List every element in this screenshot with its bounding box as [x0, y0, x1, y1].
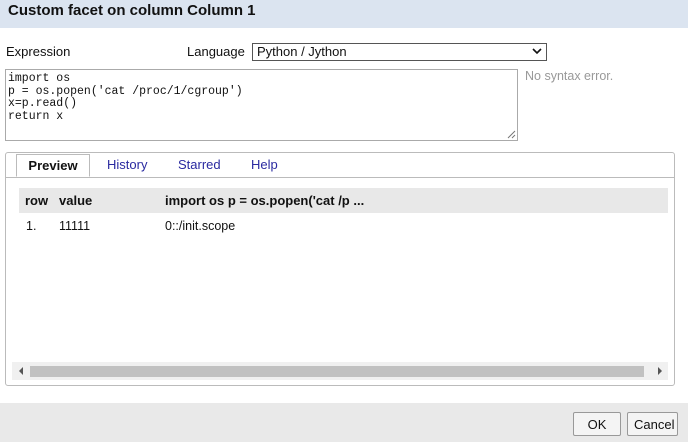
- column-header-expression: import os p = os.popen('cat /p ...: [165, 193, 365, 208]
- syntax-status: No syntax error.: [525, 69, 614, 83]
- tab-preview[interactable]: Preview: [16, 154, 90, 177]
- chevron-down-icon: [532, 48, 542, 55]
- language-label: Language: [187, 44, 245, 59]
- dialog-title: Custom facet on column Column 1: [8, 2, 256, 19]
- resize-grip-icon[interactable]: [507, 130, 516, 139]
- cancel-button[interactable]: Cancel: [627, 412, 678, 436]
- column-header-value: value: [59, 193, 93, 208]
- tab-help[interactable]: Help: [251, 157, 278, 172]
- horizontal-scrollbar[interactable]: [12, 362, 668, 380]
- code-line: p = os.popen('cat /proc/1/cgroup'): [8, 84, 243, 98]
- tab-history[interactable]: History: [107, 157, 147, 172]
- scroll-left-icon[interactable]: [16, 366, 26, 376]
- expression-label: Expression: [6, 44, 71, 59]
- cell-result: 0::/init.scope: [165, 219, 236, 233]
- scrollbar-thumb[interactable]: [30, 366, 644, 377]
- ok-button[interactable]: OK: [573, 412, 621, 436]
- scroll-right-icon[interactable]: [655, 366, 665, 376]
- tab-bar: Preview History Starred Help: [6, 153, 674, 178]
- cell-row-number: 1.: [26, 219, 37, 233]
- code-line: import os: [8, 72, 71, 85]
- code-line: return x: [8, 109, 64, 123]
- expression-textarea[interactable]: import os p = os.popen('cat /proc/1/cgrou…: [5, 69, 518, 141]
- cell-value: 11111: [59, 219, 91, 233]
- tabs-panel: Preview History Starred Help row value i…: [5, 152, 675, 386]
- language-selected-value: Python / Jython: [257, 44, 347, 59]
- dialog-title-bar: Custom facet on column Column 1: [0, 0, 688, 28]
- language-select[interactable]: Python / Jython: [252, 43, 547, 61]
- code-line: x=p.read(): [8, 97, 78, 110]
- column-header-row: row: [25, 193, 49, 208]
- tab-starred[interactable]: Starred: [178, 157, 221, 172]
- dialog-footer: OK Cancel: [0, 403, 688, 442]
- preview-table-header: row value import os p = os.popen('cat /p…: [19, 188, 668, 213]
- table-row: 1. 11111 0::/init.scope: [19, 214, 668, 238]
